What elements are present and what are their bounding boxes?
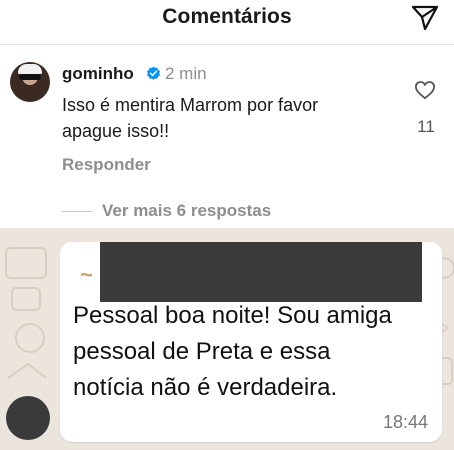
- whatsapp-chat: ~ Pessoal boa noite! Sou amiga pessoal d…: [0, 228, 454, 450]
- like-count: 11: [417, 117, 435, 136]
- avatar-glasses: [19, 74, 41, 80]
- send-icon[interactable]: [410, 4, 440, 32]
- comment-text: Isso é mentira Marrom por favor apague i…: [62, 95, 319, 141]
- sender-name: ~: [80, 262, 93, 287]
- page-title: Comentários: [162, 5, 292, 28]
- reply-button[interactable]: Responder: [62, 155, 151, 175]
- verified-badge-icon: [146, 66, 161, 80]
- comments-panel: Comentários gominho 2 min Isso é mentira…: [0, 0, 454, 228]
- heart-icon[interactable]: [414, 80, 436, 100]
- message-bubble[interactable]: ~ Pessoal boa noite! Sou amiga pessoal d…: [60, 242, 442, 442]
- comment-username[interactable]: gominho: [62, 64, 134, 84]
- comment-time: 2 min: [165, 64, 207, 83]
- avatar[interactable]: [6, 396, 50, 440]
- redaction-block: [100, 242, 422, 302]
- view-more-replies-button[interactable]: Ver mais 6 respostas: [102, 201, 271, 221]
- comments-header: Comentários: [0, 0, 454, 40]
- message-text: Pessoal boa noite! Sou amiga pessoal de …: [73, 302, 392, 401]
- header-divider: [0, 44, 454, 45]
- avatar[interactable]: [10, 62, 50, 102]
- message-time: 18:44: [382, 412, 428, 432]
- avatar-cap: [18, 64, 42, 74]
- more-replies-line: [62, 211, 92, 212]
